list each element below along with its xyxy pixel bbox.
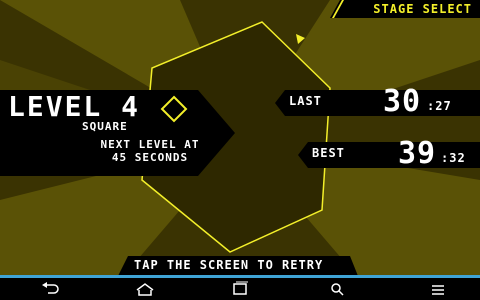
recents-button[interactable] — [220, 278, 260, 300]
stage-select-label: STAGE SELECT — [373, 2, 472, 16]
level-shape-name: SQUARE — [82, 120, 128, 133]
best-score-frames: :32 — [441, 151, 466, 165]
back-button[interactable] — [30, 278, 70, 300]
system-nav-bar — [0, 278, 480, 300]
square-shape-icon — [160, 95, 188, 123]
best-score-panel: BEST 39 :32 — [298, 136, 480, 171]
last-score-label: LAST — [289, 94, 322, 108]
best-score-label: BEST — [312, 146, 345, 160]
home-icon — [136, 283, 154, 296]
menu-icon — [432, 285, 444, 295]
tap-to-retry-bar[interactable]: TAP THE SCREEN TO RETRY — [118, 256, 358, 276]
next-level-line1: NEXT LEVEL AT — [100, 138, 200, 151]
next-level-line2: 45 SECONDS — [111, 151, 189, 164]
level-title: LEVEL 4 — [8, 90, 141, 123]
best-score-seconds: 39 — [398, 136, 437, 171]
search-button[interactable] — [318, 278, 358, 300]
home-button[interactable] — [125, 278, 165, 300]
last-score-frames: :27 — [427, 99, 452, 113]
level-info-panel: LEVEL 4 SQUARE NEXT LEVEL AT 45 SECONDS — [0, 90, 235, 176]
last-score-seconds: 30 — [383, 84, 422, 119]
search-icon — [331, 283, 344, 296]
next-level-info: NEXT LEVEL AT 45 SECONDS — [80, 138, 220, 164]
tap-to-retry-label: TAP THE SCREEN TO RETRY — [134, 258, 324, 272]
menu-button[interactable] — [418, 278, 458, 300]
back-icon — [42, 282, 59, 294]
stage-select-button[interactable]: STAGE SELECT — [330, 0, 480, 18]
recents-icon — [233, 281, 248, 295]
last-score-panel: LAST 30 :27 — [275, 84, 480, 119]
